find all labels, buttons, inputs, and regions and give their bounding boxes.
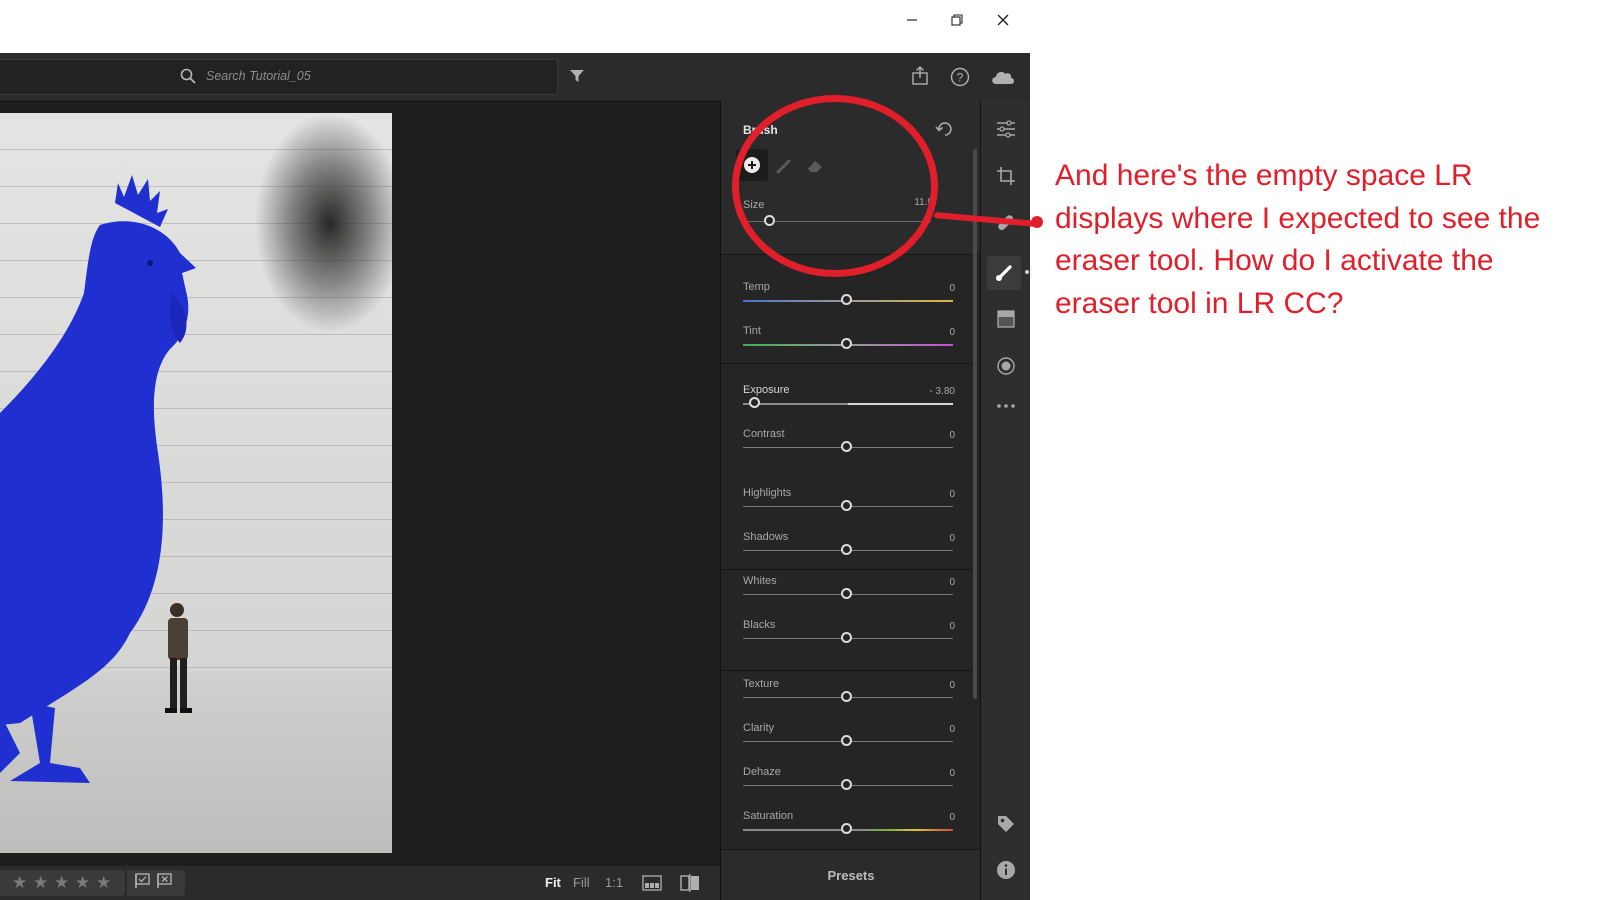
slider-label-exposure: Exposure [743,384,790,396]
zoom-fit-button[interactable]: Fit [545,875,561,890]
tag-icon[interactable] [994,812,1018,836]
slider-label-whites: Whites [743,575,777,587]
flag-group [127,870,185,896]
slider-thumb-clarity[interactable] [841,735,852,746]
slider-thumb-shadows[interactable] [841,544,852,555]
annotation-text: And here's the empty space LR displays w… [1055,159,1541,320]
more-icon[interactable] [994,394,1018,418]
edit-sliders-icon[interactable] [994,117,1018,141]
slider-value-shadows[interactable]: 0 [949,533,955,544]
slider-value-whites[interactable]: 0 [949,577,955,588]
slider-track-exposure[interactable] [743,403,953,405]
info-icon[interactable] [994,858,1018,882]
section-divider [721,670,981,671]
bottom-toolbar: ★ ★ ★ ★ ★ Fit Fill 1:1 [0,866,720,900]
slider-value-contrast[interactable]: 0 [949,430,955,441]
filmstrip-icon[interactable] [642,875,662,896]
pick-flag-icon[interactable] [135,872,151,894]
help-icon[interactable]: ? [950,67,970,92]
slider-value-texture[interactable]: 0 [949,680,955,691]
slider-thumb-exposure[interactable] [748,397,760,408]
slider-value-temp[interactable]: 0 [949,283,955,294]
star-5[interactable]: ★ [96,873,117,893]
section-divider [721,363,981,364]
slider-thumb-highlights[interactable] [841,500,852,511]
zoom-fill-button[interactable]: Fill [573,875,590,890]
person-figure [165,603,192,713]
crop-icon[interactable] [994,164,1018,188]
blue-rooster-sculpture [0,175,196,783]
annotation-dot [1031,216,1043,228]
svg-text:?: ? [957,71,964,85]
slider-label-saturation: Saturation [743,810,794,822]
annotation-circle [732,95,938,277]
slider-label-tint: Tint [743,325,761,337]
slider-thumb-contrast[interactable] [841,441,852,452]
slider-label-highlights: Highlights [743,487,792,499]
slider-value-dehaze[interactable]: 0 [949,768,955,779]
slider-thumb-blacks[interactable] [841,632,852,643]
star-1[interactable]: ★ [12,873,33,893]
cloud-sync-icon[interactable] [990,69,1016,90]
slider-label-temp: Temp [743,281,770,293]
slider-thumb-temp[interactable] [841,294,852,305]
presets-button[interactable]: Presets [721,849,981,900]
slider-label-shadows: Shadows [743,531,789,543]
slider-label-dehaze: Dehaze [743,766,781,778]
slider-thumb-whites[interactable] [841,588,852,599]
slider-label-clarity: Clarity [743,722,775,734]
slider-value-saturation[interactable]: 0 [949,812,955,823]
section-divider [721,569,981,570]
slider-label-texture: Texture [743,678,780,690]
star-3[interactable]: ★ [54,873,75,893]
minimize-button[interactable] [895,8,929,32]
slider-value-highlights[interactable]: 0 [949,489,955,500]
slider-thumb-texture[interactable] [841,691,852,702]
slider-thumb-saturation[interactable] [841,823,852,834]
slider-thumb-tint[interactable] [841,338,852,349]
share-icon[interactable] [912,66,928,91]
presets-label: Presets [827,868,875,883]
restore-button[interactable] [940,8,974,32]
photo-canvas[interactable] [0,113,392,853]
slider-value-clarity[interactable]: 0 [949,724,955,735]
reject-flag-icon[interactable] [157,872,173,894]
filter-icon[interactable] [570,69,584,88]
minimize-icon [907,19,917,21]
star-2[interactable]: ★ [33,873,54,893]
zoom-1to1-button[interactable]: 1:1 [605,875,623,890]
slider-value-tint[interactable]: 0 [949,327,955,338]
linear-gradient-icon[interactable] [994,307,1018,331]
active-tool-indicator [1025,270,1029,274]
star-4[interactable]: ★ [75,873,96,893]
slider-value-blacks[interactable]: 0 [949,621,955,632]
search-icon [180,68,196,89]
close-icon [997,14,1009,26]
close-button[interactable] [986,8,1020,32]
restore-icon [951,14,963,26]
search-box[interactable]: Search Tutorial_05 [0,59,558,95]
panel-scrollbar[interactable] [973,149,977,699]
search-input[interactable]: Search Tutorial_05 [206,69,311,83]
star-rating[interactable]: ★ ★ ★ ★ ★ [0,870,125,896]
brush-mask-icon[interactable] [987,256,1021,290]
radial-gradient-icon[interactable] [994,354,1018,378]
compare-view-icon[interactable] [680,874,700,897]
top-toolbar: Search Tutorial_05 ? [0,53,1030,102]
slider-label-blacks: Blacks [743,619,776,631]
slider-value-exposure[interactable]: - 3.80 [929,386,955,397]
reset-icon[interactable] [935,121,955,142]
slider-label-contrast: Contrast [743,428,785,440]
slider-thumb-dehaze[interactable] [841,779,852,790]
